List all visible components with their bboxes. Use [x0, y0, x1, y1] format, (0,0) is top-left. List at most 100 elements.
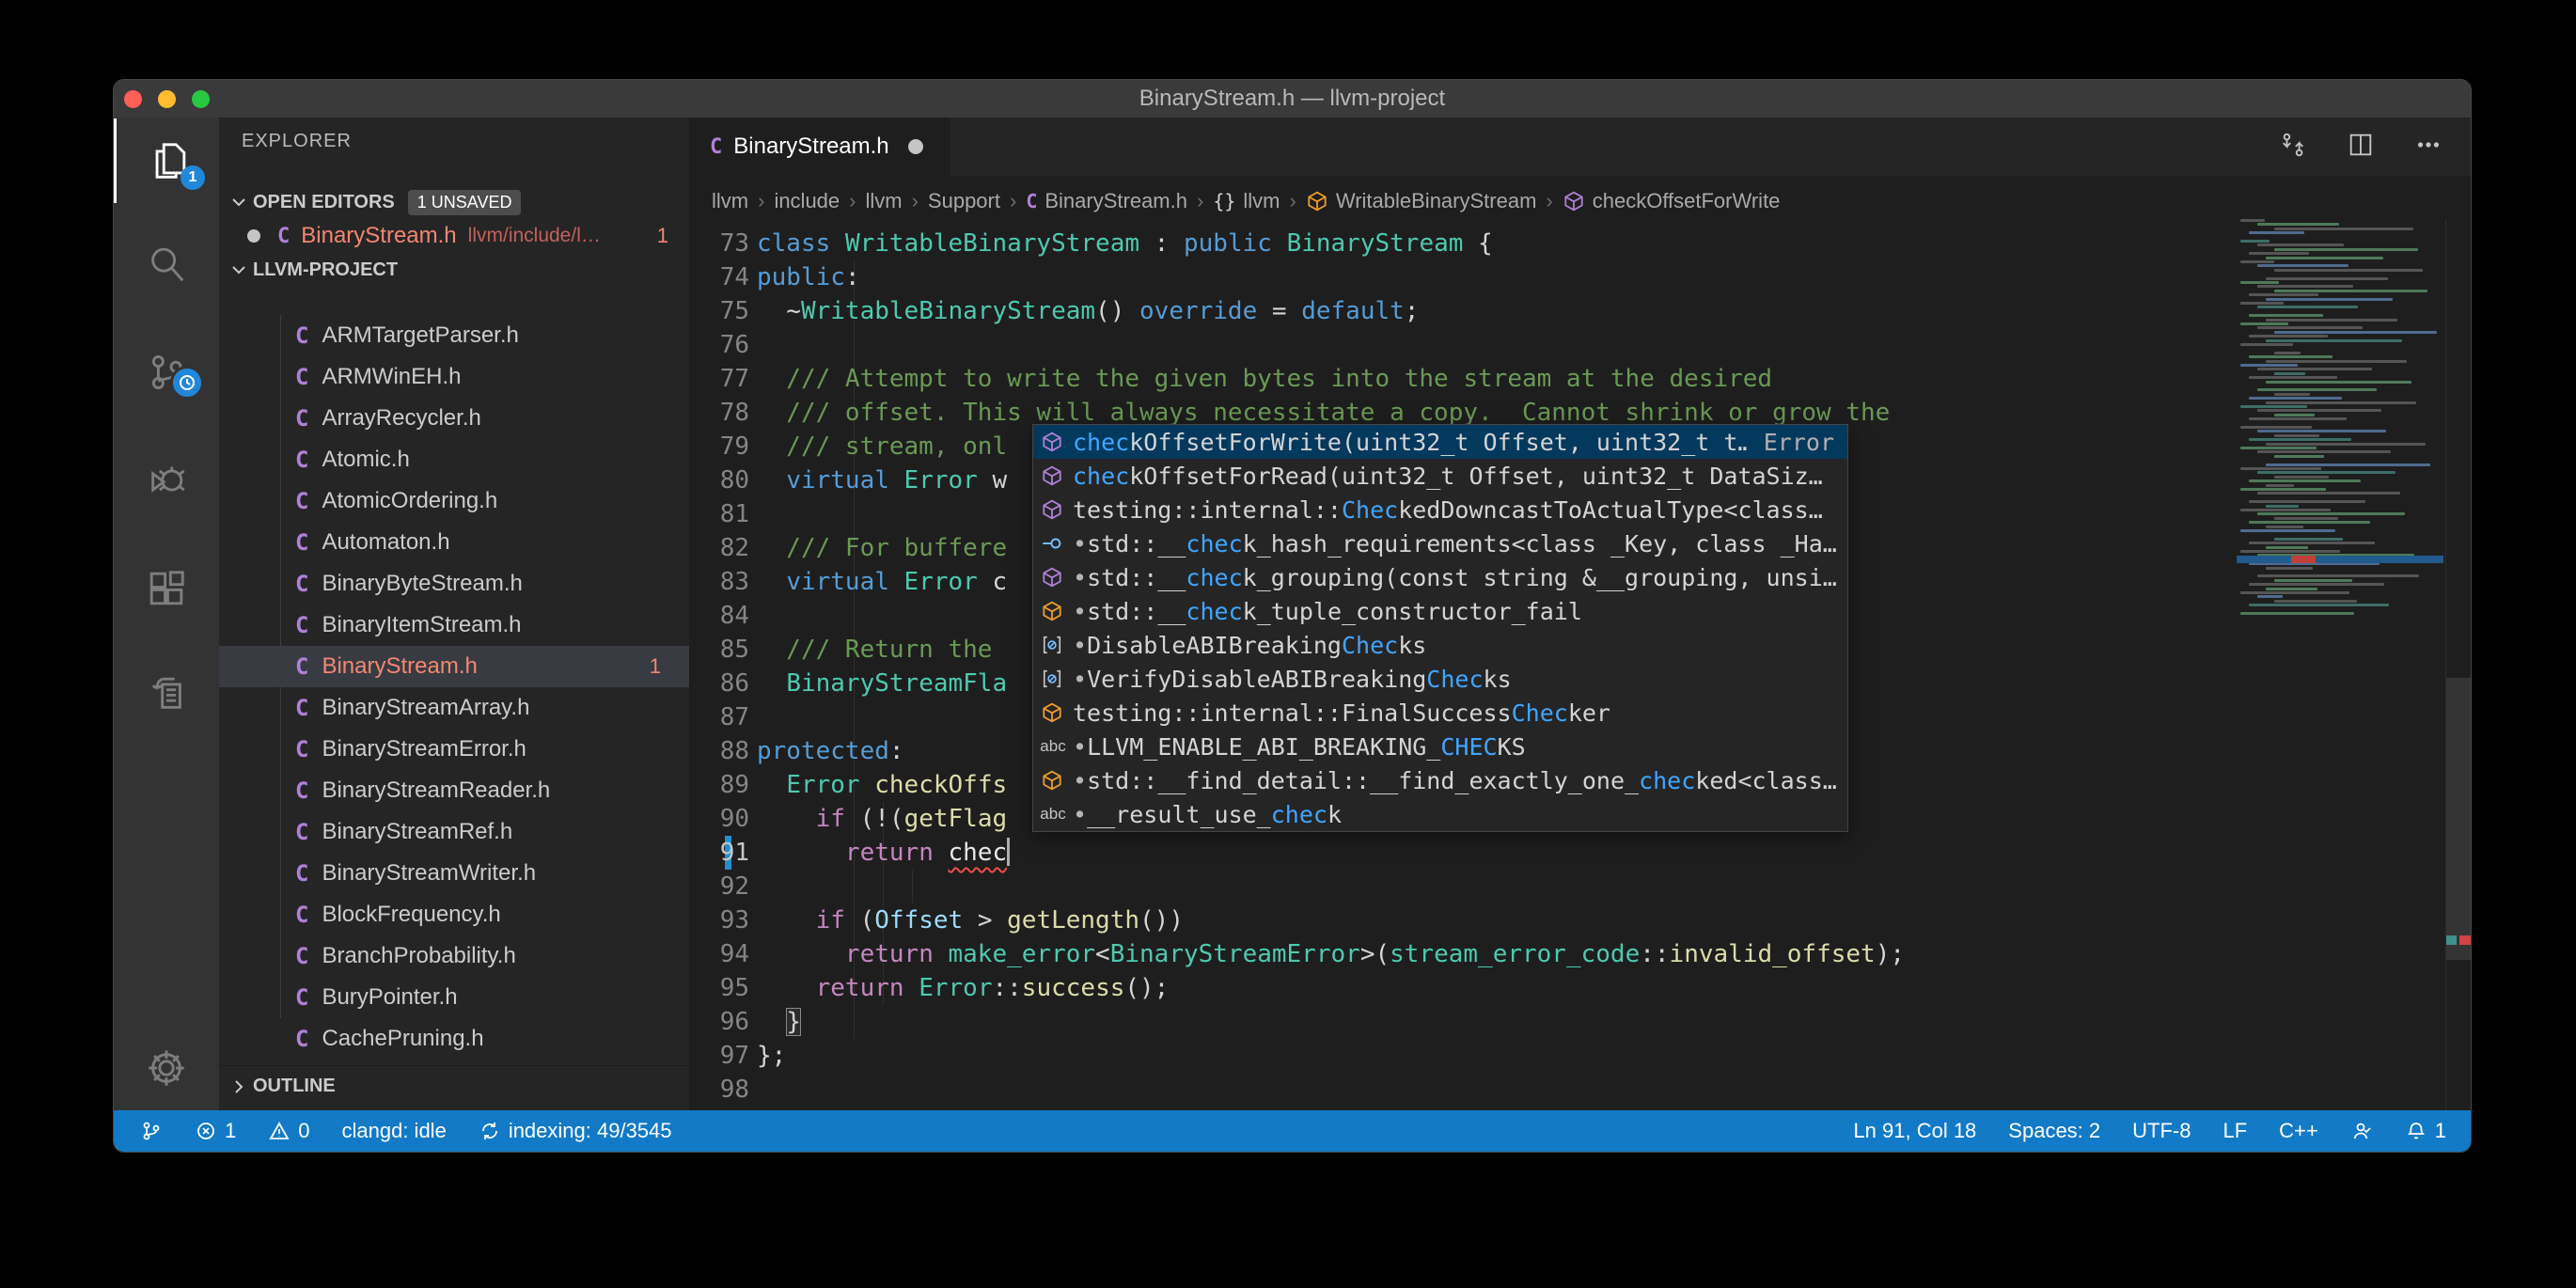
code-line[interactable]: 73class WritableBinaryStream : public Bi…: [689, 227, 2471, 260]
suggest-item[interactable]: •std::__find_detail::__find_exactly_one_…: [1033, 763, 1847, 797]
breadcrumb-item[interactable]: CBinaryStream.h: [1026, 189, 1187, 213]
c-file-icon: C: [295, 322, 308, 349]
suggest-item[interactable]: •std::__check_hash_requirements<class _K…: [1033, 526, 1847, 560]
suggest-item[interactable]: •std::__check_tuple_constructor_fail: [1033, 594, 1847, 628]
status-item[interactable]: clangd: idle: [342, 1119, 447, 1143]
line-number: 78: [689, 396, 749, 430]
breadcrumb-item[interactable]: {}llvm: [1213, 189, 1280, 213]
file-item[interactable]: CAutomaton.h: [219, 522, 689, 563]
file-item[interactable]: CAtomicOrdering.h: [219, 480, 689, 522]
vscode-window: BinaryStream.h — llvm-project 1: [113, 79, 2472, 1153]
status-item[interactable]: Ln 91, Col 18: [1853, 1119, 1976, 1143]
outline-section-header[interactable]: OUTLINE: [219, 1065, 689, 1107]
status-item[interactable]: 1: [195, 1119, 236, 1143]
file-item[interactable]: CCachePruning.h: [219, 1018, 689, 1060]
line-number: 76: [689, 328, 749, 362]
breadcrumb-item[interactable]: WritableBinaryStream: [1306, 189, 1537, 213]
file-item[interactable]: CBinaryItemStream.h: [219, 605, 689, 646]
status-item[interactable]: Spaces: 2: [2008, 1119, 2100, 1143]
scrollbar-thumb[interactable]: [2446, 678, 2471, 960]
file-item[interactable]: CBinaryStream.h1: [219, 646, 689, 687]
explorer-icon[interactable]: 1: [114, 118, 222, 203]
abc-icon: abc: [1033, 805, 1073, 824]
code-line[interactable]: 75 ~WritableBinaryStream() override = de…: [689, 294, 2471, 328]
split-editor-icon[interactable]: [2347, 131, 2375, 164]
open-editor-item[interactable]: C BinaryStream.h llvm/include/l… 1: [219, 219, 689, 253]
suggest-item[interactable]: checkOffsetForWrite(uint32_t Offset, uin…: [1033, 425, 1847, 459]
status-bar: 1 0 clangd: idle indexing: 49/3545 Ln 91, C…: [114, 1110, 2471, 1152]
suggest-item[interactable]: testing::internal::CheckedDowncastToActu…: [1033, 493, 1847, 526]
suggest-item[interactable]: abc•LLVM_ENABLE_ABI_BREAKING_CHECKS: [1033, 730, 1847, 763]
file-item[interactable]: CBlockFrequency.h: [219, 894, 689, 935]
file-item[interactable]: CArrayRecycler.h: [219, 398, 689, 439]
status-item[interactable]: 1: [2405, 1119, 2446, 1143]
breadcrumb-item[interactable]: checkOffsetForWrite: [1563, 189, 1781, 213]
file-item[interactable]: CBinaryStreamRef.h: [219, 811, 689, 853]
file-item[interactable]: CBinaryStreamError.h: [219, 729, 689, 770]
line-number: 84: [689, 599, 749, 633]
breadcrumb-separator: ›: [912, 189, 919, 213]
status-item[interactable]: indexing: 49/3545: [479, 1119, 672, 1143]
file-item[interactable]: CARMTargetParser.h: [219, 315, 689, 356]
status-item[interactable]: [140, 1120, 163, 1142]
settings-gear-icon[interactable]: [114, 1026, 219, 1110]
c-file-icon: C: [295, 819, 308, 845]
file-item[interactable]: CBranchProbability.h: [219, 935, 689, 977]
file-item[interactable]: CBinaryStreamArray.h: [219, 687, 689, 729]
tab-binarystream[interactable]: C BinaryStream.h: [689, 118, 950, 176]
code-line[interactable]: 98: [689, 1073, 2471, 1107]
line-number: 93: [689, 903, 749, 937]
minimap-current-line: [2237, 556, 2443, 563]
dirty-dot-icon[interactable]: [908, 139, 923, 154]
file-item[interactable]: CARMWinEH.h: [219, 356, 689, 398]
c-file-icon: C: [277, 225, 290, 248]
source-control-icon[interactable]: [114, 330, 219, 415]
open-editors-header[interactable]: OPEN EDITORS 1 UNSAVED: [219, 185, 689, 219]
activity-bar: 1: [114, 118, 219, 1110]
suggest-item[interactable]: •VerifyDisableABIBreakingChecks: [1033, 662, 1847, 696]
file-item[interactable]: CBinaryByteStream.h: [219, 563, 689, 605]
file-item[interactable]: CAtomic.h: [219, 439, 689, 480]
code-line[interactable]: 77 /// Attempt to write the given bytes …: [689, 362, 2471, 396]
file-item[interactable]: CBuryPointer.h: [219, 977, 689, 1018]
breadcrumb-item[interactable]: Support: [928, 189, 1000, 213]
line-number: 90: [689, 802, 749, 836]
suggest-item[interactable]: •std::__check_grouping(const string &__g…: [1033, 560, 1847, 594]
code-line[interactable]: 95 return Error::success();: [689, 971, 2471, 1005]
status-item[interactable]: 0: [268, 1119, 309, 1143]
status-item[interactable]: C++: [2279, 1119, 2318, 1143]
code-line[interactable]: 91 return chec: [689, 836, 2471, 870]
code-line[interactable]: 96 }: [689, 1005, 2471, 1039]
status-item[interactable]: LF: [2223, 1119, 2247, 1143]
c-file-icon: C: [295, 1026, 308, 1052]
run-debug-icon[interactable]: [114, 438, 219, 523]
suggest-item[interactable]: checkOffsetForRead(uint32_t Offset, uint…: [1033, 459, 1847, 493]
breadcrumb-item[interactable]: llvm: [712, 189, 748, 213]
code-line[interactable]: 93 if (Offset > getLength()): [689, 903, 2471, 937]
breadcrumb-item[interactable]: include: [774, 189, 840, 213]
code-line[interactable]: 97};: [689, 1039, 2471, 1073]
more-actions-icon[interactable]: [2414, 131, 2442, 164]
suggest-item[interactable]: abc•__result_use_check: [1033, 797, 1847, 831]
search-icon[interactable]: [114, 222, 219, 306]
extensions-icon[interactable]: [114, 546, 219, 631]
code-line[interactable]: 74public:: [689, 260, 2471, 294]
problem-badge: 1: [650, 654, 661, 679]
status-item[interactable]: UTF-8: [2132, 1119, 2191, 1143]
suggest-item[interactable]: testing::internal::FinalSuccessChecker: [1033, 696, 1847, 730]
minimap[interactable]: [2237, 219, 2443, 623]
suggest-detail: Error: [1764, 429, 1834, 456]
file-item[interactable]: CBinaryStreamReader.h: [219, 770, 689, 811]
code-line[interactable]: 94 return make_error<BinaryStreamError>(…: [689, 937, 2471, 971]
breadcrumb-item[interactable]: llvm: [865, 189, 902, 213]
code-line[interactable]: 76: [689, 328, 2471, 362]
status-item[interactable]: [2350, 1120, 2373, 1142]
suggest-item[interactable]: •DisableABIBreakingChecks: [1033, 628, 1847, 662]
open-editor-name: BinaryStream.h: [301, 223, 456, 249]
code-line[interactable]: 92: [689, 870, 2471, 903]
open-changes-icon[interactable]: [2279, 131, 2307, 164]
dirty-dot-icon: [247, 229, 260, 243]
references-icon[interactable]: [114, 652, 219, 736]
project-section-header[interactable]: LLVM-PROJECT: [219, 253, 689, 287]
file-item[interactable]: CBinaryStreamWriter.h: [219, 853, 689, 894]
